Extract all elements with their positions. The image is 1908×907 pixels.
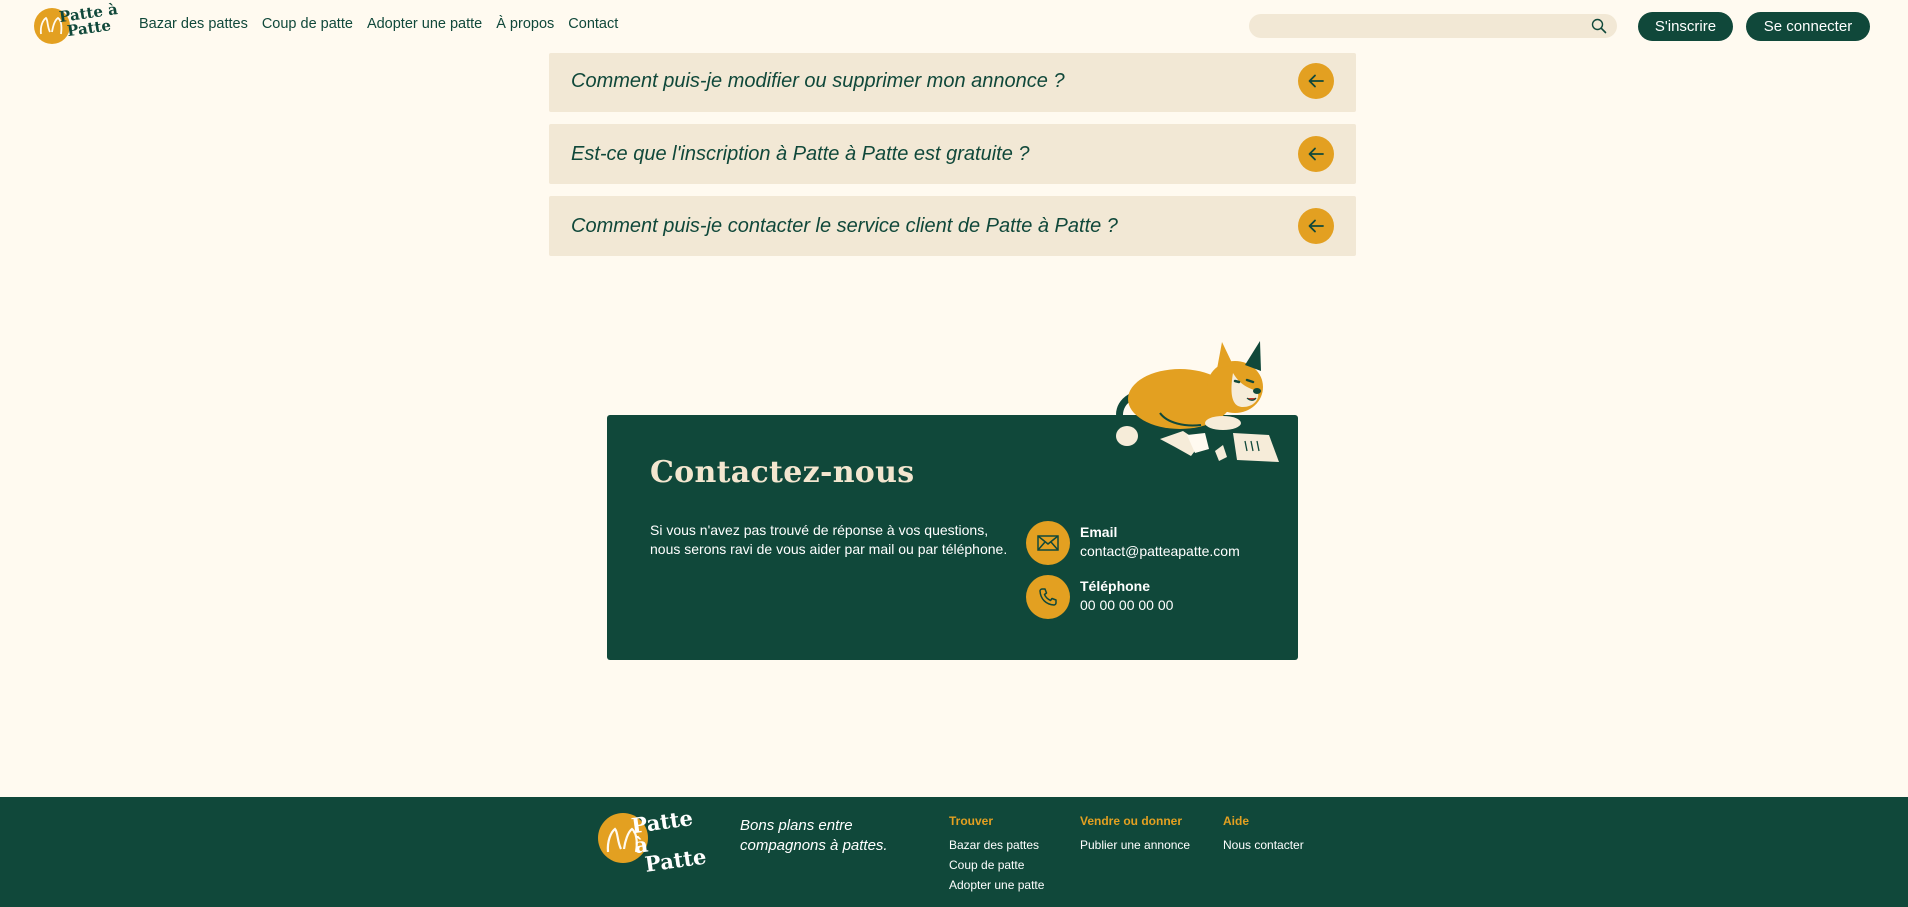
arrow-left-icon[interactable] <box>1298 63 1334 99</box>
footer-link-coup-de-patte[interactable]: Coup de patte <box>949 855 1044 875</box>
signup-button[interactable]: S'inscrire <box>1638 12 1733 41</box>
contact-description: Si vous n'avez pas trouvé de réponse à v… <box>650 522 1008 557</box>
nav-bazar-des-pattes[interactable]: Bazar des pattes <box>139 16 248 32</box>
footer-column-aide: Aide Nous contacter <box>1223 814 1304 855</box>
dog-illustration <box>1116 341 1279 462</box>
footer-link-publier-une-annonce[interactable]: Publier une annonce <box>1080 835 1190 855</box>
arrow-left-icon[interactable] <box>1298 136 1334 172</box>
email-value[interactable]: contact@patteapatte.com <box>1080 543 1240 559</box>
brand-logo[interactable]: Patte à Patte <box>34 0 120 46</box>
search-input[interactable] <box>1249 14 1617 38</box>
nav-contact[interactable]: Contact <box>568 16 618 32</box>
faq-item[interactable]: Est-ce que l'inscription à Patte à Patte… <box>549 124 1356 184</box>
phone-icon <box>1026 575 1070 619</box>
envelope-icon <box>1026 521 1070 565</box>
footer-column-title: Trouver <box>949 814 994 828</box>
footer-column-vendre-ou-donner: Vendre ou donner Publier une annonce <box>1080 814 1190 855</box>
footer-link-bazar-des-pattes[interactable]: Bazar des pattes <box>949 835 1044 855</box>
arrow-left-icon[interactable] <box>1298 208 1334 244</box>
site-footer: Patte à Patte Bons plans entre compagnon… <box>0 797 1908 907</box>
footer-column-title: Vendre ou donner <box>1080 814 1183 828</box>
faq-question: Comment puis-je modifier ou supprimer mo… <box>571 70 1065 92</box>
footer-logo-text-line2: Patte <box>643 843 708 877</box>
search-icon[interactable] <box>1591 18 1607 34</box>
footer-column-trouver: Trouver Bazar des pattes Coup de patte A… <box>949 814 1044 895</box>
login-button[interactable]: Se connecter <box>1746 12 1870 41</box>
phone-value[interactable]: 00 00 00 00 00 <box>1080 597 1173 613</box>
footer-column-title: Aide <box>1223 814 1250 828</box>
contact-title: Contactez-nous <box>650 455 915 490</box>
logo-text-line2: Patte <box>65 16 113 41</box>
footer-slogan: Bons plans entre compagnons à pattes. <box>740 817 888 854</box>
email-label: Email <box>1080 524 1118 540</box>
footer-logo[interactable]: Patte à Patte <box>598 805 710 877</box>
nav-coup-de-patte[interactable]: Coup de patte <box>262 16 353 32</box>
site-header: Patte à Patte Bazar des pattes Coup de p… <box>0 0 1908 54</box>
footer-link-adopter-une-patte[interactable]: Adopter une patte <box>949 875 1044 895</box>
faq-question: Est-ce que l'inscription à Patte à Patte… <box>571 143 1030 165</box>
faq-item[interactable]: Comment puis-je modifier ou supprimer mo… <box>549 53 1356 112</box>
main-nav: Bazar des pattes Coup de patte Adopter u… <box>139 16 618 32</box>
faq-question: Comment puis-je contacter le service cli… <box>571 215 1118 237</box>
nav-adopter-une-patte[interactable]: Adopter une patte <box>367 16 482 32</box>
phone-label: Téléphone <box>1080 578 1151 594</box>
footer-link-nous-contacter[interactable]: Nous contacter <box>1223 835 1304 855</box>
faq-item[interactable]: Comment puis-je contacter le service cli… <box>549 196 1356 256</box>
nav-a-propos[interactable]: À propos <box>496 16 554 32</box>
